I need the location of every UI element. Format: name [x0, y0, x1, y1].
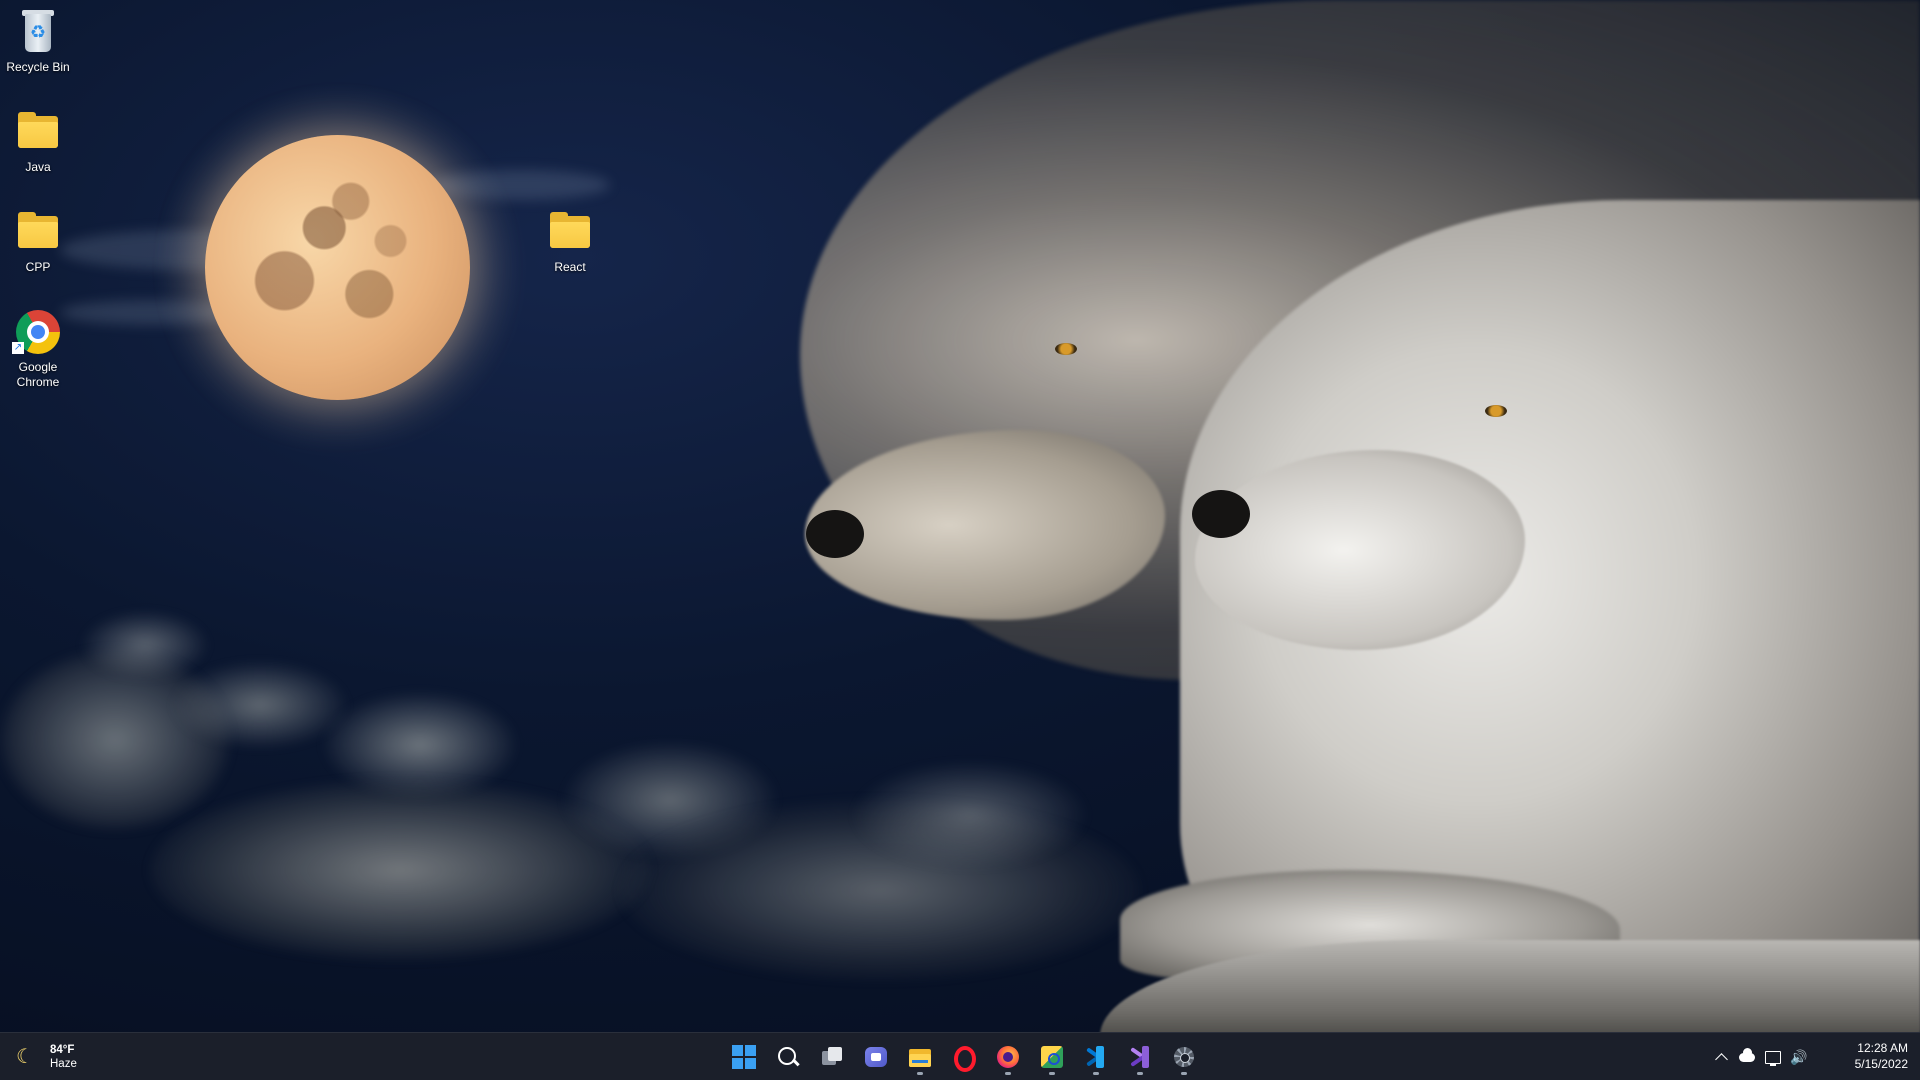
weather-temperature: 84°F: [50, 1044, 75, 1056]
taskbar: ☾ 84°F Haze 🔊 12:28 AM 5/15/2022: [0, 1032, 1920, 1080]
clock[interactable]: 12:28 AM 5/15/2022: [1818, 1040, 1908, 1072]
chevron-up-icon: [1714, 1053, 1728, 1066]
running-indicator: [1181, 1072, 1187, 1075]
windows-start-icon: [732, 1045, 756, 1069]
clock-time: 12:28 AM: [1857, 1041, 1908, 1055]
moon-icon: ☾: [16, 1046, 34, 1068]
running-indicator: [1093, 1072, 1099, 1075]
desktop-icon-google-chrome[interactable]: ↗ Google Chrome: [0, 308, 76, 390]
file-explorer-icon: [908, 1045, 932, 1069]
clock-date: 5/15/2022: [1854, 1057, 1908, 1071]
running-indicator: [1137, 1072, 1143, 1075]
volume-icon: 🔊: [1790, 1049, 1808, 1065]
start-button[interactable]: [722, 1037, 766, 1077]
visual-studio-icon: [1128, 1045, 1152, 1069]
volume-button[interactable]: 🔊: [1786, 1041, 1812, 1073]
opera-icon: [952, 1045, 976, 1072]
task-view-button[interactable]: [810, 1037, 854, 1077]
vscode-button[interactable]: [1074, 1037, 1118, 1077]
desktop-icon-react[interactable]: React: [532, 208, 608, 275]
running-indicator: [1049, 1072, 1055, 1075]
desktop-icon-label: Recycle Bin: [6, 60, 70, 74]
firefox-icon: [996, 1045, 1020, 1069]
search-button[interactable]: [766, 1037, 810, 1077]
firefox-button[interactable]: [986, 1037, 1030, 1077]
weather-condition: Haze: [50, 1058, 77, 1070]
desktop-icon-java[interactable]: Java: [0, 108, 76, 175]
folder-icon: [546, 208, 594, 256]
desktop[interactable]: ♻ Recycle Bin Java CPP ↗ Google Chrome R…: [0, 0, 1920, 1032]
onedrive-cloud-icon: [1739, 1047, 1755, 1062]
folder-icon: [14, 208, 62, 256]
desktop-icon-label: Google Chrome: [16, 360, 60, 389]
desktop-icon-label: React: [554, 260, 586, 274]
desktop-icon-recycle-bin[interactable]: ♻ Recycle Bin: [0, 8, 76, 75]
running-indicator: [917, 1072, 923, 1075]
task-view-icon: [820, 1045, 844, 1069]
onedrive-button[interactable]: [1734, 1041, 1760, 1073]
vscode-icon: [1084, 1045, 1108, 1069]
settings-button[interactable]: [1162, 1037, 1206, 1077]
snip-icon: [1040, 1045, 1064, 1069]
visual-studio-button[interactable]: [1118, 1037, 1162, 1077]
network-button[interactable]: [1760, 1041, 1786, 1073]
shortcut-arrow-icon: ↗: [12, 342, 24, 354]
system-tray: 🔊: [1708, 1041, 1812, 1073]
recycle-bin-icon: ♻: [14, 8, 62, 56]
folder-icon: [14, 108, 62, 156]
taskbar-apps: [722, 1037, 1206, 1077]
full-moon: [205, 135, 470, 400]
show-hidden-icons-button[interactable]: [1708, 1041, 1734, 1073]
opera-button[interactable]: [942, 1037, 986, 1077]
desktop-icon-label: CPP: [25, 260, 51, 274]
file-explorer-button[interactable]: [898, 1037, 942, 1077]
network-icon: [1765, 1050, 1781, 1066]
chrome-icon: ↗: [12, 308, 62, 356]
desktop-icon-cpp[interactable]: CPP: [0, 208, 76, 275]
teams-chat-icon: [864, 1045, 888, 1069]
weather-widget[interactable]: ☾ 84°F Haze: [16, 1041, 77, 1073]
settings-gear-icon: [1172, 1045, 1196, 1069]
snip-button[interactable]: [1030, 1037, 1074, 1077]
running-indicator: [1005, 1072, 1011, 1075]
chat-button[interactable]: [854, 1037, 898, 1077]
search-icon: [776, 1045, 800, 1069]
desktop-icon-label: Java: [25, 160, 51, 174]
